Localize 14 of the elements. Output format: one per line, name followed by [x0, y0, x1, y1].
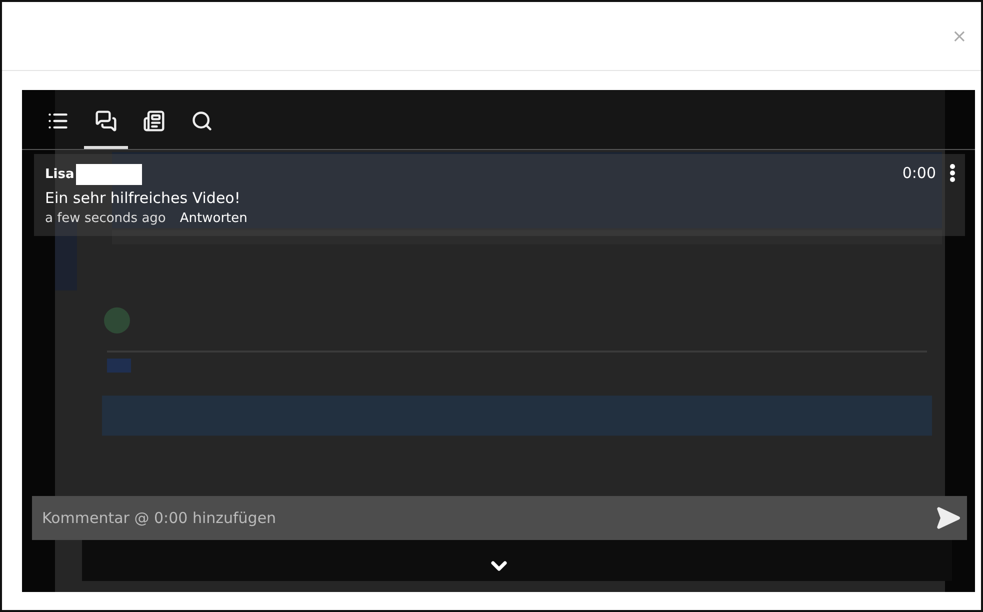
- send-icon: [935, 505, 961, 531]
- send-button[interactable]: [935, 505, 961, 531]
- more-button[interactable]: [950, 164, 955, 182]
- search-icon: [191, 110, 213, 132]
- comment-timestamp: 0:00: [902, 164, 936, 182]
- comment-author: Lisa: [45, 167, 74, 182]
- chat-bubbles-icon: [95, 110, 117, 132]
- document-stack-icon: [143, 110, 165, 132]
- reply-link[interactable]: Antworten: [180, 211, 248, 226]
- comment-input-field[interactable]: Kommentar @ 0:00 hinzufügen: [32, 496, 967, 540]
- redaction-block: [76, 164, 142, 185]
- more-icon: [950, 164, 955, 182]
- comment-time: a few seconds ago: [45, 211, 166, 226]
- comment-text: Ein sehr hilfreiches Video!: [45, 189, 242, 207]
